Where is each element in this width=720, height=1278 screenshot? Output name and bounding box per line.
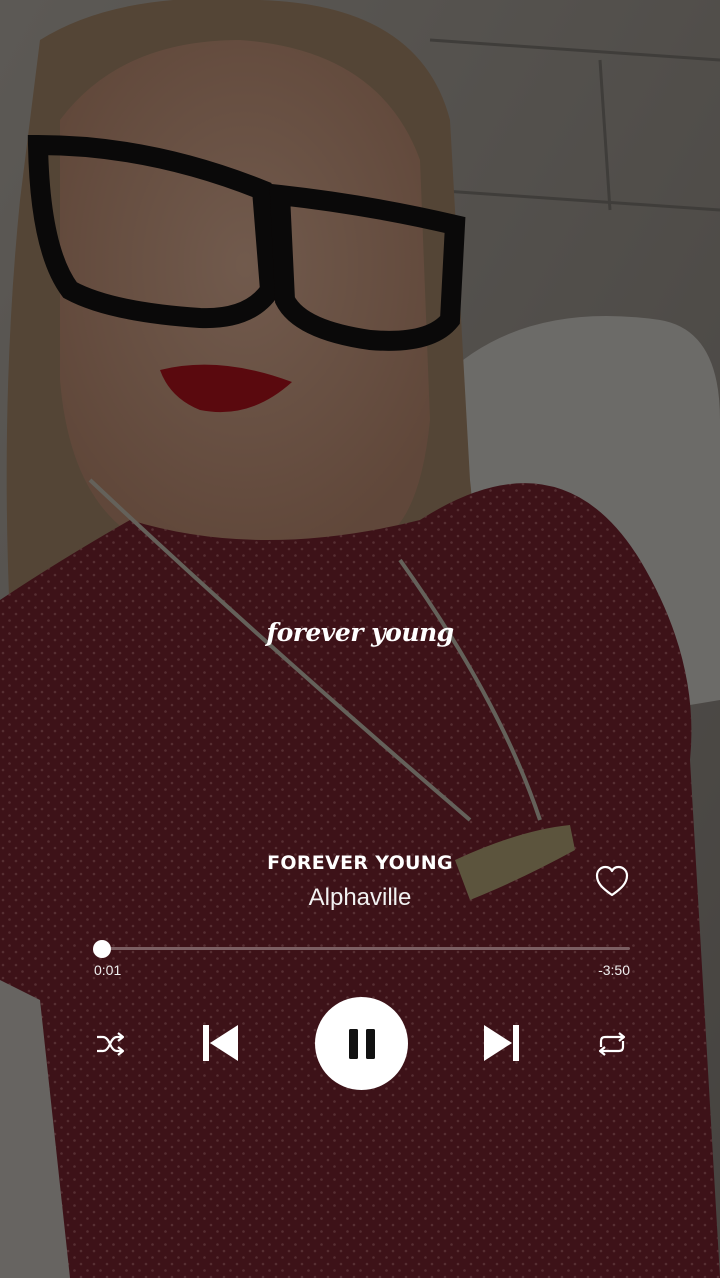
progress-bar[interactable] (93, 939, 630, 958)
skip-previous-icon (203, 1025, 238, 1061)
repeat-icon (598, 1032, 626, 1056)
lyric-text: forever young (266, 618, 454, 647)
previous-button[interactable] (196, 1019, 244, 1067)
pause-icon (348, 1028, 375, 1059)
shuffle-button[interactable] (92, 1026, 128, 1062)
remaining-time: -3:50 (598, 962, 630, 978)
next-button[interactable] (478, 1019, 526, 1067)
repeat-button[interactable] (594, 1026, 630, 1062)
skip-next-icon (484, 1025, 519, 1061)
heart-icon (595, 865, 629, 897)
elapsed-time: 0:01 (94, 962, 122, 978)
shuffle-icon (97, 1032, 125, 1056)
play-pause-button[interactable] (315, 997, 408, 1090)
progress-thumb[interactable] (93, 939, 112, 958)
like-button[interactable] (594, 864, 630, 898)
